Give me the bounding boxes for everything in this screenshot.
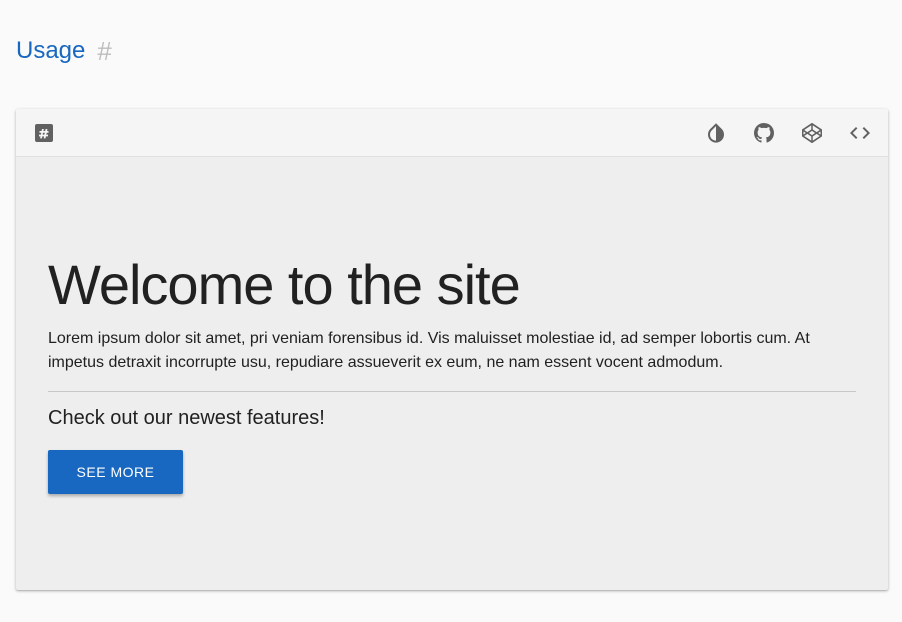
- demo-card: Welcome to the site Lorem ipsum dolor si…: [16, 109, 888, 590]
- features-subheading: Check out our newest features!: [48, 407, 325, 429]
- github-icon[interactable]: [752, 121, 776, 145]
- codepen-icon[interactable]: [800, 121, 824, 145]
- see-more-button[interactable]: SEE MORE: [48, 450, 183, 494]
- page-title: Welcome to the site: [48, 253, 521, 316]
- hash-box-icon[interactable]: [32, 121, 56, 145]
- demo-content: Welcome to the site Lorem ipsum dolor si…: [16, 157, 888, 494]
- lead-paragraph: Lorem ipsum dolor sit amet, pri veniam f…: [48, 330, 810, 371]
- section-anchor-link[interactable]: #: [97, 36, 111, 67]
- section-title: Usage: [16, 37, 86, 64]
- invert-colors-icon[interactable]: [704, 121, 728, 145]
- section-heading: Usage #: [16, 34, 112, 68]
- demo-toolbar: [16, 109, 888, 157]
- divider: [48, 391, 856, 392]
- code-icon[interactable]: [848, 121, 872, 145]
